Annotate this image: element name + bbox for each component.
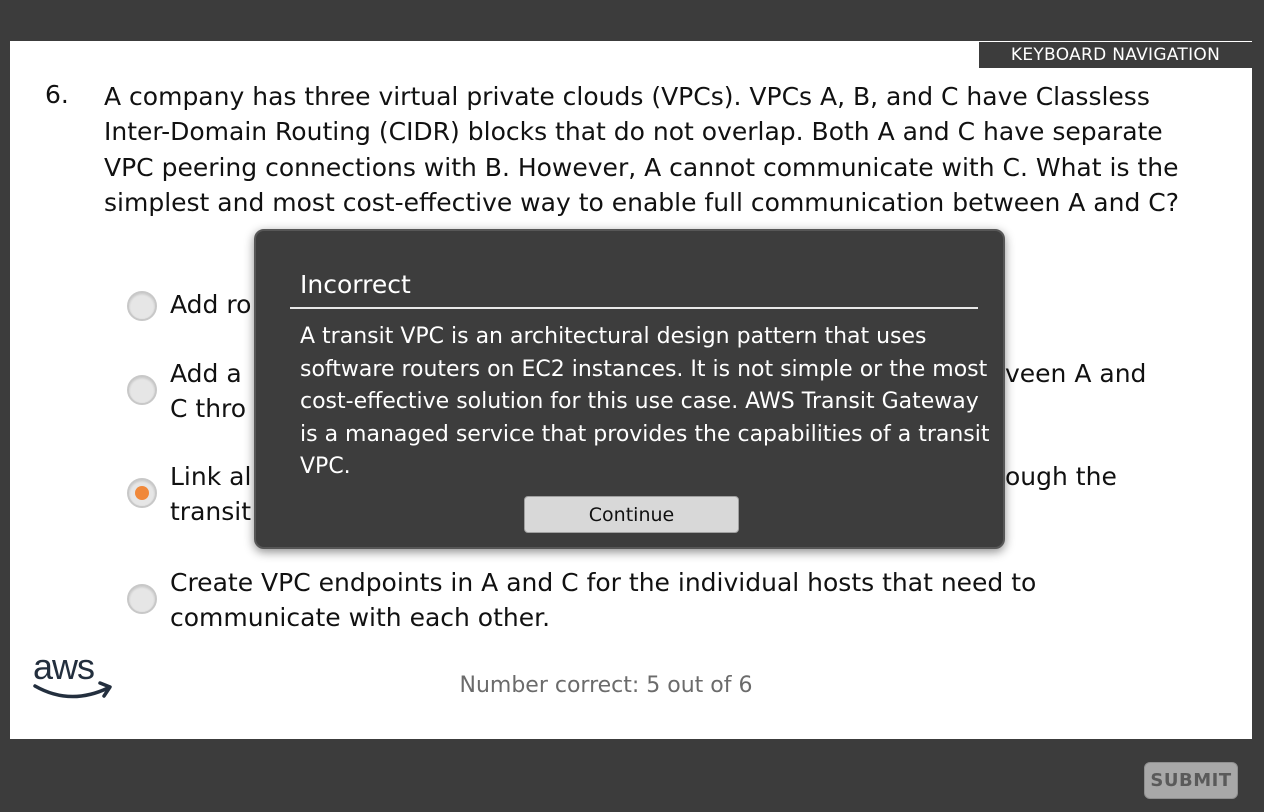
feedback-dialog: Incorrect A transit VPC is an architectu… (254, 229, 1005, 549)
continue-button[interactable]: Continue (524, 496, 739, 533)
radio-button-selected[interactable] (127, 478, 157, 508)
question-text: A company has three virtual private clou… (104, 82, 1179, 218)
submit-button[interactable]: SUBMIT (1144, 762, 1238, 799)
option-label-line: Add ro (170, 290, 252, 319)
question-number: 6. (45, 80, 69, 109)
option-label-line: Create VPC endpoints in A and C for the … (170, 568, 1037, 597)
keyboard-navigation-button[interactable]: KEYBOARD NAVIGATION (979, 42, 1252, 68)
option-2-tail-text: veen A and (1005, 359, 1147, 388)
dialog-divider (290, 307, 978, 309)
radio-button[interactable] (127, 375, 157, 405)
option-label-line: Add a (170, 359, 242, 388)
radio-button[interactable] (127, 584, 157, 614)
dialog-title: Incorrect (300, 270, 411, 299)
option-label-line: transit (170, 497, 252, 526)
option-label-line: Link al (170, 462, 252, 491)
option-label-line: communicate with each other. (170, 603, 551, 632)
dialog-body: A transit VPC is an architectural design… (300, 324, 990, 480)
option-label-line: C thro (170, 394, 247, 423)
radio-button[interactable] (127, 291, 157, 321)
option-3-tail-text: ough the (1005, 462, 1117, 491)
score-text: Number correct: 5 out of 6 (459, 673, 753, 698)
